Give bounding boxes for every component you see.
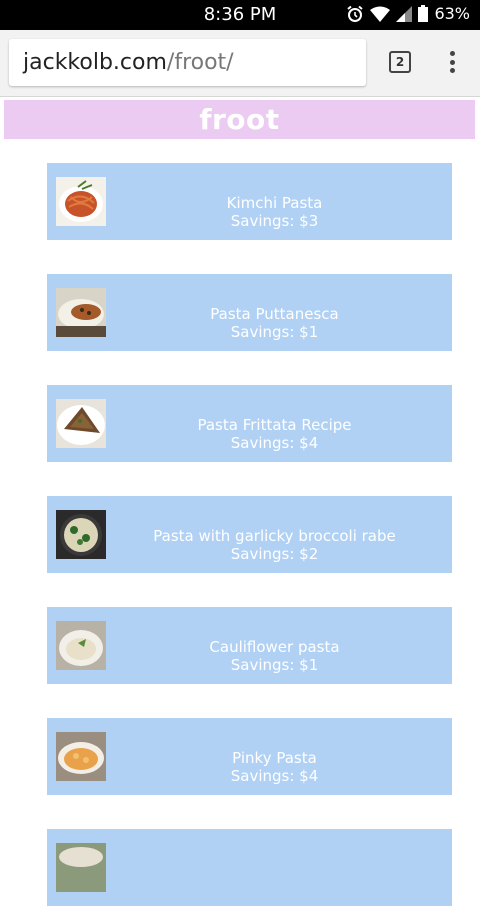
- battery-percent: 63%: [434, 4, 470, 23]
- recipe-name: Kimchi Pasta: [226, 194, 323, 212]
- recipe-card[interactable]: Kimchi Pasta Savings: $3: [47, 163, 452, 240]
- menu-dot-icon: [449, 59, 455, 65]
- recipe-card[interactable]: Pasta with garlicky broccoli rabe Saving…: [47, 496, 452, 573]
- recipe-name: Pasta Frittata Recipe: [197, 416, 352, 434]
- recipe-card[interactable]: Cauliflower pasta Savings: $1: [47, 607, 452, 684]
- menu-dot-icon: [449, 51, 455, 56]
- recipe-card[interactable]: Pasta Puttanesca Savings: $1: [47, 274, 452, 351]
- recipe-name: Pasta with garlicky broccoli rabe: [153, 527, 396, 545]
- recipe-thumbnail: [56, 843, 106, 892]
- battery-icon: [418, 5, 429, 22]
- recipe-card[interactable]: [47, 829, 452, 906]
- recipe-savings: Savings: $1: [230, 656, 319, 674]
- status-bar: 8:36 PM 63%: [0, 0, 480, 30]
- status-icons: 63%: [346, 4, 470, 23]
- more-menu-button[interactable]: [445, 48, 459, 76]
- menu-dot-icon: [449, 68, 455, 73]
- signal-icon: [396, 5, 413, 22]
- recipe-savings: Savings: $3: [230, 212, 319, 230]
- recipe-savings: Savings: $1: [230, 323, 319, 341]
- recipe-name: Pasta Puttanesca: [210, 305, 339, 323]
- recipe-name: Pinky Pasta: [232, 749, 317, 767]
- recipe-name: Cauliflower pasta: [209, 638, 340, 656]
- alarm-icon: [346, 5, 364, 23]
- address-bar[interactable]: jackkolb.com/froot/: [9, 39, 366, 86]
- wifi-icon: [370, 6, 391, 22]
- tab-switcher-button[interactable]: 2: [389, 51, 411, 73]
- recipe-savings: Savings: $2: [230, 545, 319, 563]
- browser-toolbar: jackkolb.com/froot/ 2: [0, 30, 480, 97]
- app-header: froot: [4, 100, 475, 139]
- recipe-card[interactable]: Pasta Frittata Recipe Savings: $4: [47, 385, 452, 462]
- url-host: jackkolb.com: [23, 50, 167, 75]
- recipe-savings: Savings: $4: [230, 767, 319, 785]
- url-path: /froot/: [166, 50, 234, 75]
- recipe-card[interactable]: Pinky Pasta Savings: $4: [47, 718, 452, 795]
- recipe-savings: Savings: $4: [230, 434, 319, 452]
